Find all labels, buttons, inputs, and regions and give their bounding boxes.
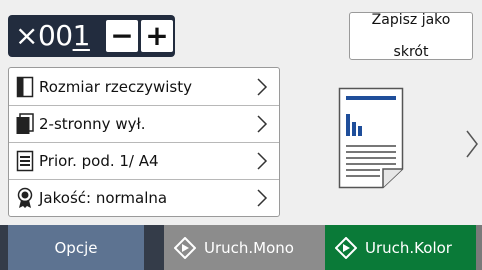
bottom-bar-edge xyxy=(0,225,8,270)
chevron-right-icon xyxy=(251,149,273,173)
menu-item-label: Prior. pod. 1/ A4 xyxy=(39,151,159,170)
save-as-shortcut-button[interactable]: Zapisz jako skrót xyxy=(349,12,473,60)
color-start-button[interactable]: Uruch.Kolor xyxy=(325,225,482,270)
duplex-icon xyxy=(13,112,37,136)
decrease-copies-button[interactable]: − xyxy=(106,20,138,52)
bottom-bar-separator xyxy=(144,225,164,270)
shortcut-label-line1: Zapisz jako xyxy=(371,12,451,28)
color-start-label: Uruch.Kolor xyxy=(365,238,452,257)
menu-item-label: 2-stronny wył. xyxy=(39,114,146,133)
chevron-right-icon xyxy=(251,112,273,136)
menu-item-label: Rozmiar rzeczywisty xyxy=(39,77,192,96)
diamond-start-icon xyxy=(334,236,358,259)
settings-list: Rozmiar rzeczywisty 2-stronny wył. Prior… xyxy=(8,67,280,217)
minus-icon: − xyxy=(110,19,134,52)
menu-item-label: Jakość: normalna xyxy=(39,188,168,207)
menu-item-size[interactable]: Rozmiar rzeczywisty xyxy=(9,68,279,106)
shortcut-label-line2: skrót xyxy=(393,44,429,60)
copies-last-digit: 1 xyxy=(72,19,91,52)
menu-item-quality[interactable]: Jakość: normalna xyxy=(9,179,279,216)
options-label: Opcje xyxy=(54,238,98,257)
copies-counter: ×001 − + xyxy=(8,15,175,57)
copies-prefix: ×00 xyxy=(15,19,73,52)
mono-start-button[interactable]: Uruch.Mono xyxy=(164,225,325,270)
quality-icon xyxy=(13,186,37,210)
document-preview xyxy=(338,87,404,189)
options-button[interactable]: Opcje xyxy=(8,225,144,270)
tray-icon xyxy=(13,149,37,173)
bottom-bar-right-edge xyxy=(476,225,482,270)
copies-value[interactable]: ×001 xyxy=(15,20,90,52)
diamond-start-icon xyxy=(173,236,197,259)
mono-start-label: Uruch.Mono xyxy=(204,238,294,257)
increase-copies-button[interactable]: + xyxy=(141,20,173,52)
menu-item-tray[interactable]: Prior. pod. 1/ A4 xyxy=(9,142,279,180)
page-size-icon xyxy=(13,75,37,99)
plus-icon: + xyxy=(145,19,169,52)
menu-item-duplex[interactable]: 2-stronny wył. xyxy=(9,105,279,143)
next-page-chevron-icon[interactable] xyxy=(464,128,480,160)
chevron-right-icon xyxy=(251,75,273,99)
chevron-right-icon xyxy=(251,186,273,210)
